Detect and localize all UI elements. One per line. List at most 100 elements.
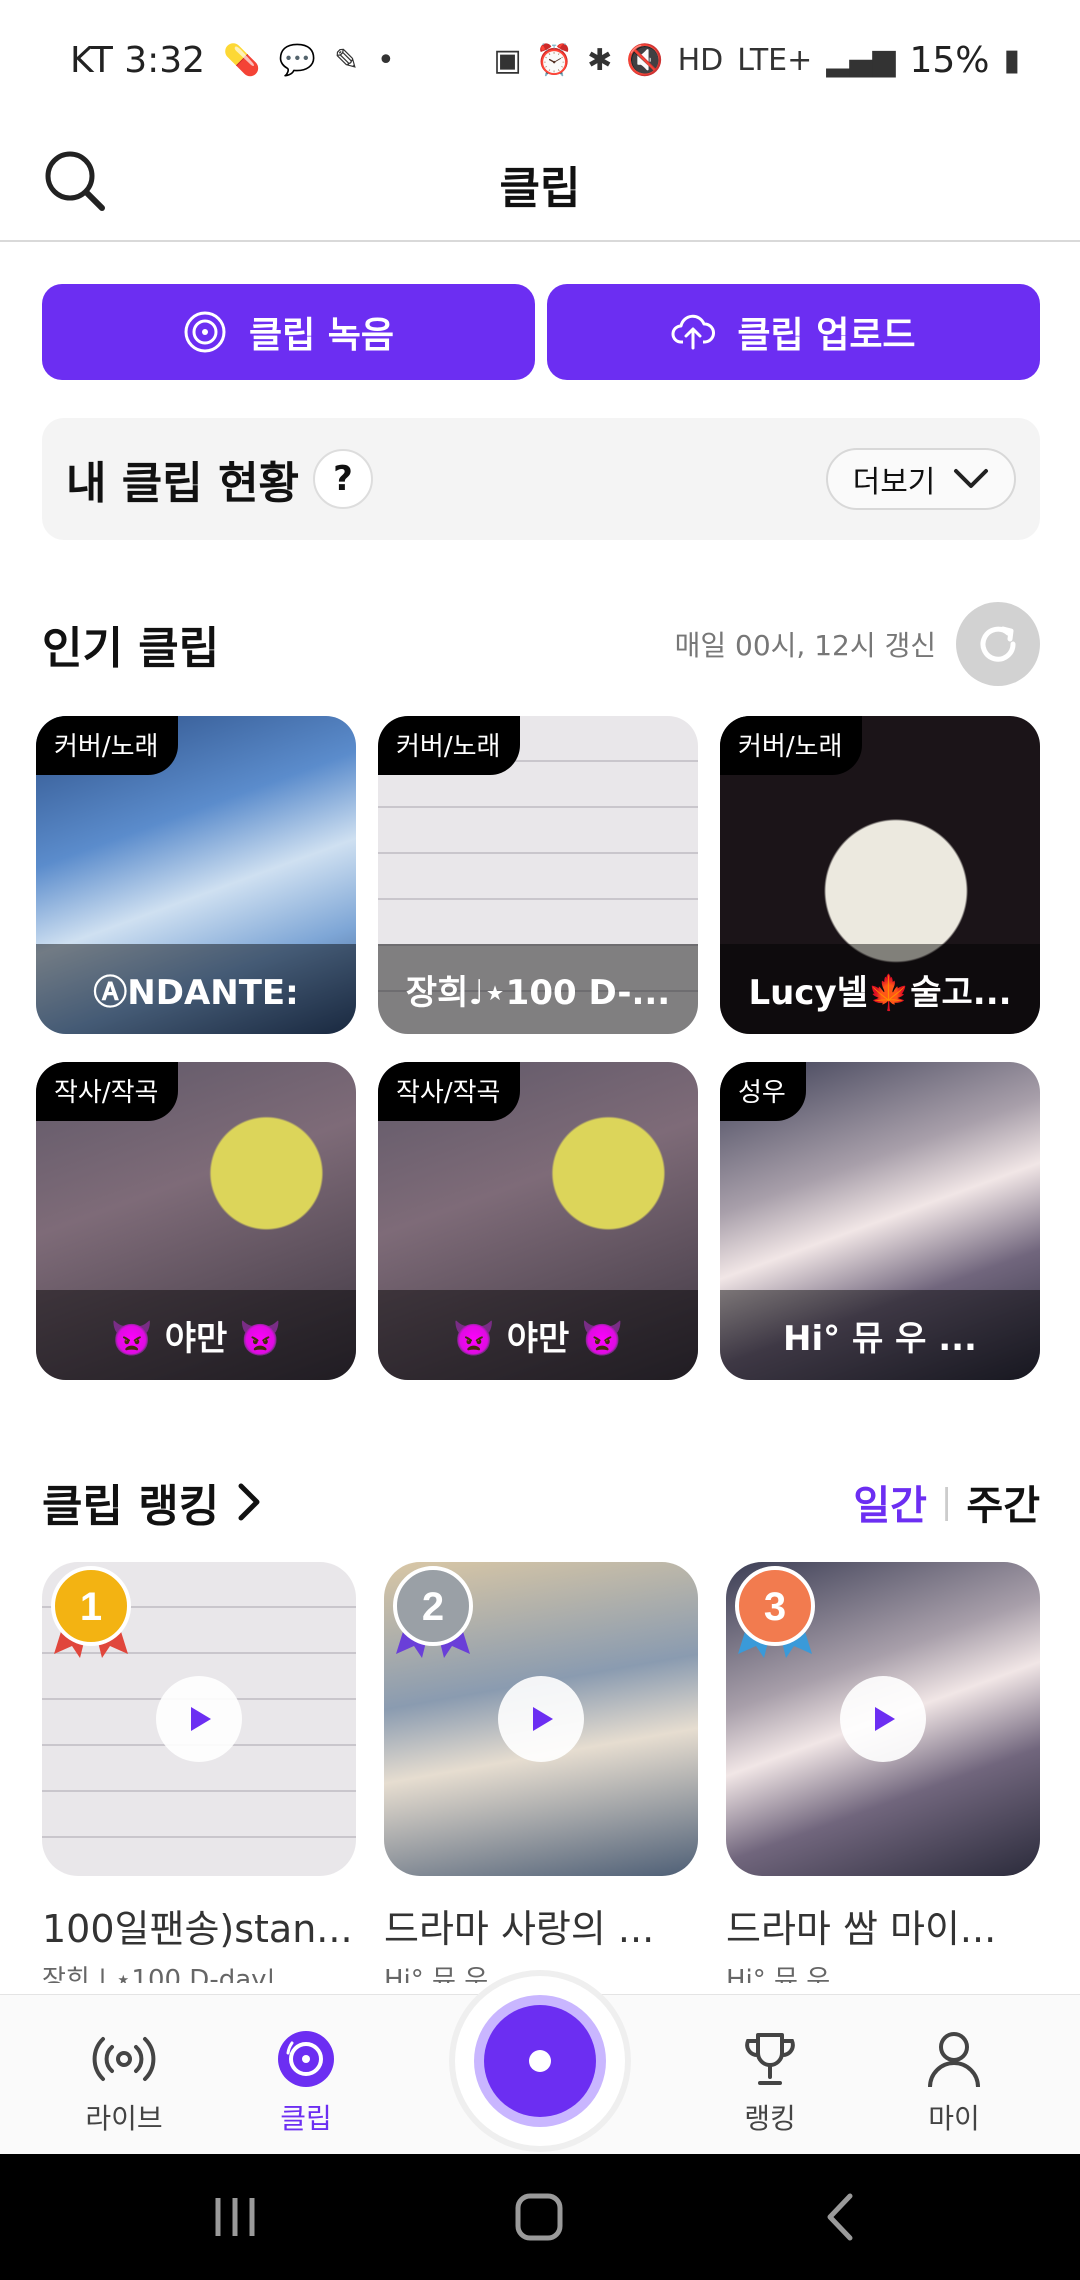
popular-clip-card[interactable]: 커버/노래 장희♩⋆100 D-...: [378, 716, 698, 1034]
nav-ranking[interactable]: 랭킹: [700, 2029, 840, 2137]
record-dot-icon: [484, 2005, 596, 2117]
popular-clip-card[interactable]: 작사/작곡 👿 야만 👿: [36, 1062, 356, 1380]
hd-icon: HD: [677, 42, 724, 78]
battery-saver-icon: ▣: [493, 42, 522, 78]
rank-number: 2: [422, 1585, 444, 1629]
record-clip-button[interactable]: 클립 녹음: [42, 284, 535, 380]
chevron-right-icon[interactable]: [237, 1482, 261, 1522]
ranking-item-author: Hi° 뮤 우: [726, 1965, 831, 1983]
my-clip-status: 내 클립 현황 ? 더보기: [42, 418, 1040, 540]
play-button[interactable]: [498, 1676, 584, 1762]
recent-apps-icon[interactable]: [210, 2192, 260, 2242]
trophy-icon: [745, 2033, 795, 2085]
ranking-list: 1 100일팬송)stan... 장희 | ⋆100 D-day|... 2 드…: [42, 1562, 1040, 1983]
pill-icon: 💊: [223, 42, 261, 78]
popular-clips-header: 인기 클립 매일 00시, 12시 갱신: [42, 602, 1040, 686]
status-bar: KT 3:32 💊 💬 ✎ • ▣ ⏰ ✱ 🔇 HD LTE+ ▂▄▆ 15% …: [0, 0, 1080, 120]
clip-ranking-title[interactable]: 클립 랭킹: [42, 1470, 219, 1534]
help-button[interactable]: ?: [313, 449, 374, 509]
ranking-thumbnail[interactable]: 3: [726, 1562, 1040, 1876]
battery-icon: ▮: [1003, 42, 1020, 78]
nav-clip-label: 클립: [280, 2102, 332, 2135]
rank-number: 3: [764, 1585, 786, 1629]
clip-caption: Lucy넬🍁술고...: [720, 944, 1040, 1034]
popular-clips-title: 인기 클립: [42, 623, 220, 674]
my-clip-status-title: 내 클립 현황: [66, 458, 300, 509]
talk-icon: 💬: [278, 42, 316, 78]
popular-clip-card[interactable]: 작사/작곡 👿 야만 👿: [378, 1062, 698, 1380]
ranking-item-title: 드라마 사랑의 ...: [384, 1907, 655, 1951]
ranking-thumbnail[interactable]: 2: [384, 1562, 698, 1876]
bluetooth-icon: ✱: [587, 42, 613, 78]
broadcast-icon: [92, 2037, 156, 2081]
tab-separator: |: [940, 1482, 953, 1522]
page-title: 클립: [499, 163, 581, 214]
silver-medal-icon: 2: [393, 1566, 473, 1658]
dot-icon: •: [376, 42, 395, 78]
signal-icon: ▂▄▆: [826, 42, 896, 78]
mute-icon: 🔇: [626, 42, 664, 78]
clip-disc-icon: [278, 2031, 334, 2087]
alarm-icon: ⏰: [535, 42, 574, 78]
popular-clips-grid: 커버/노래 ⒶNDANTE: 커버/노래 장희♩⋆100 D-... 커버/노래…: [36, 716, 1040, 1380]
clip-category-tag: 커버/노래: [378, 716, 521, 775]
popular-clip-card[interactable]: 성우 Hi° 뮤 우 ...: [720, 1062, 1040, 1380]
popular-clip-card[interactable]: 커버/노래 ⒶNDANTE:: [36, 716, 356, 1034]
more-label: 더보기: [852, 465, 936, 500]
clip-category-tag: 커버/노래: [720, 716, 863, 775]
clip-category-tag: 작사/작곡: [378, 1062, 521, 1121]
ranking-item[interactable]: 2 드라마 사랑의 ... Hi° 뮤 우: [384, 1562, 698, 1983]
home-icon[interactable]: [514, 2192, 564, 2242]
app-icon: ✎: [333, 42, 359, 78]
upload-clip-button[interactable]: 클립 업로드: [547, 284, 1040, 380]
ranking-item[interactable]: 1 100일팬송)stan... 장희 | ⋆100 D-day|...: [42, 1562, 356, 1983]
clip-ranking-header: 클립 랭킹 일간 | 주간: [42, 1460, 1040, 1544]
ranking-item[interactable]: 3 드라마 쌈 마이... Hi° 뮤 우: [726, 1562, 1040, 1983]
record-disc-icon: [184, 311, 226, 353]
person-icon: [928, 2032, 980, 2088]
clip-caption: Hi° 뮤 우 ...: [720, 1290, 1040, 1380]
clip-caption: ⒶNDANTE:: [36, 944, 356, 1034]
nav-live-label: 라이브: [85, 2102, 163, 2135]
nav-my-label: 마이: [928, 2102, 980, 2135]
clip-caption: 장희♩⋆100 D-...: [378, 944, 698, 1034]
cloud-upload-icon: [672, 314, 716, 350]
play-icon: [875, 1707, 895, 1731]
record-dot: [529, 2050, 551, 2072]
battery-percent: 15%: [909, 39, 990, 81]
ranking-item-title: 드라마 쌈 마이...: [726, 1907, 997, 1951]
play-button[interactable]: [156, 1676, 242, 1762]
refresh-icon: [980, 626, 1016, 662]
clip-caption: 👿 야만 👿: [36, 1290, 356, 1380]
start-broadcast-button[interactable]: [455, 1976, 625, 2146]
back-icon[interactable]: [816, 2192, 866, 2242]
update-note: 매일 00시, 12시 갱신: [674, 629, 936, 662]
app-header: 클립: [0, 120, 1080, 242]
play-icon: [533, 1707, 553, 1731]
clip-caption: 👿 야만 👿: [378, 1290, 698, 1380]
ranking-item-author: 장희 | ⋆100 D-day|...: [42, 1965, 301, 1983]
ranking-period-tabs: 일간 | 주간: [853, 1473, 1040, 1531]
chevron-down-icon: [954, 469, 989, 488]
rank-number: 1: [80, 1585, 102, 1629]
tab-daily[interactable]: 일간: [853, 1473, 927, 1531]
ranking-thumbnail[interactable]: 1: [42, 1562, 356, 1876]
nav-my[interactable]: 마이: [884, 2029, 1024, 2137]
play-button[interactable]: [840, 1676, 926, 1762]
clip-actions: 클립 녹음 클립 업로드: [42, 284, 1040, 380]
system-nav-bar: [0, 2154, 1080, 2280]
play-icon: [191, 1707, 211, 1731]
nav-live[interactable]: 라이브: [54, 2029, 194, 2137]
clip-category-tag: 작사/작곡: [36, 1062, 179, 1121]
refresh-button[interactable]: [956, 602, 1040, 686]
gold-medal-icon: 1: [51, 1566, 131, 1658]
clip-category-tag: 커버/노래: [36, 716, 179, 775]
ranking-item-title: 100일팬송)stan...: [42, 1907, 353, 1951]
nav-clip[interactable]: 클립: [236, 2029, 376, 2137]
popular-clip-card[interactable]: 커버/노래 Lucy넬🍁술고...: [720, 716, 1040, 1034]
more-button[interactable]: 더보기: [826, 448, 1016, 510]
carrier-time: KT 3:32: [70, 39, 206, 81]
tab-weekly[interactable]: 주간: [966, 1473, 1040, 1531]
clip-category-tag: 성우: [720, 1062, 806, 1121]
nav-ranking-label: 랭킹: [744, 2102, 796, 2135]
